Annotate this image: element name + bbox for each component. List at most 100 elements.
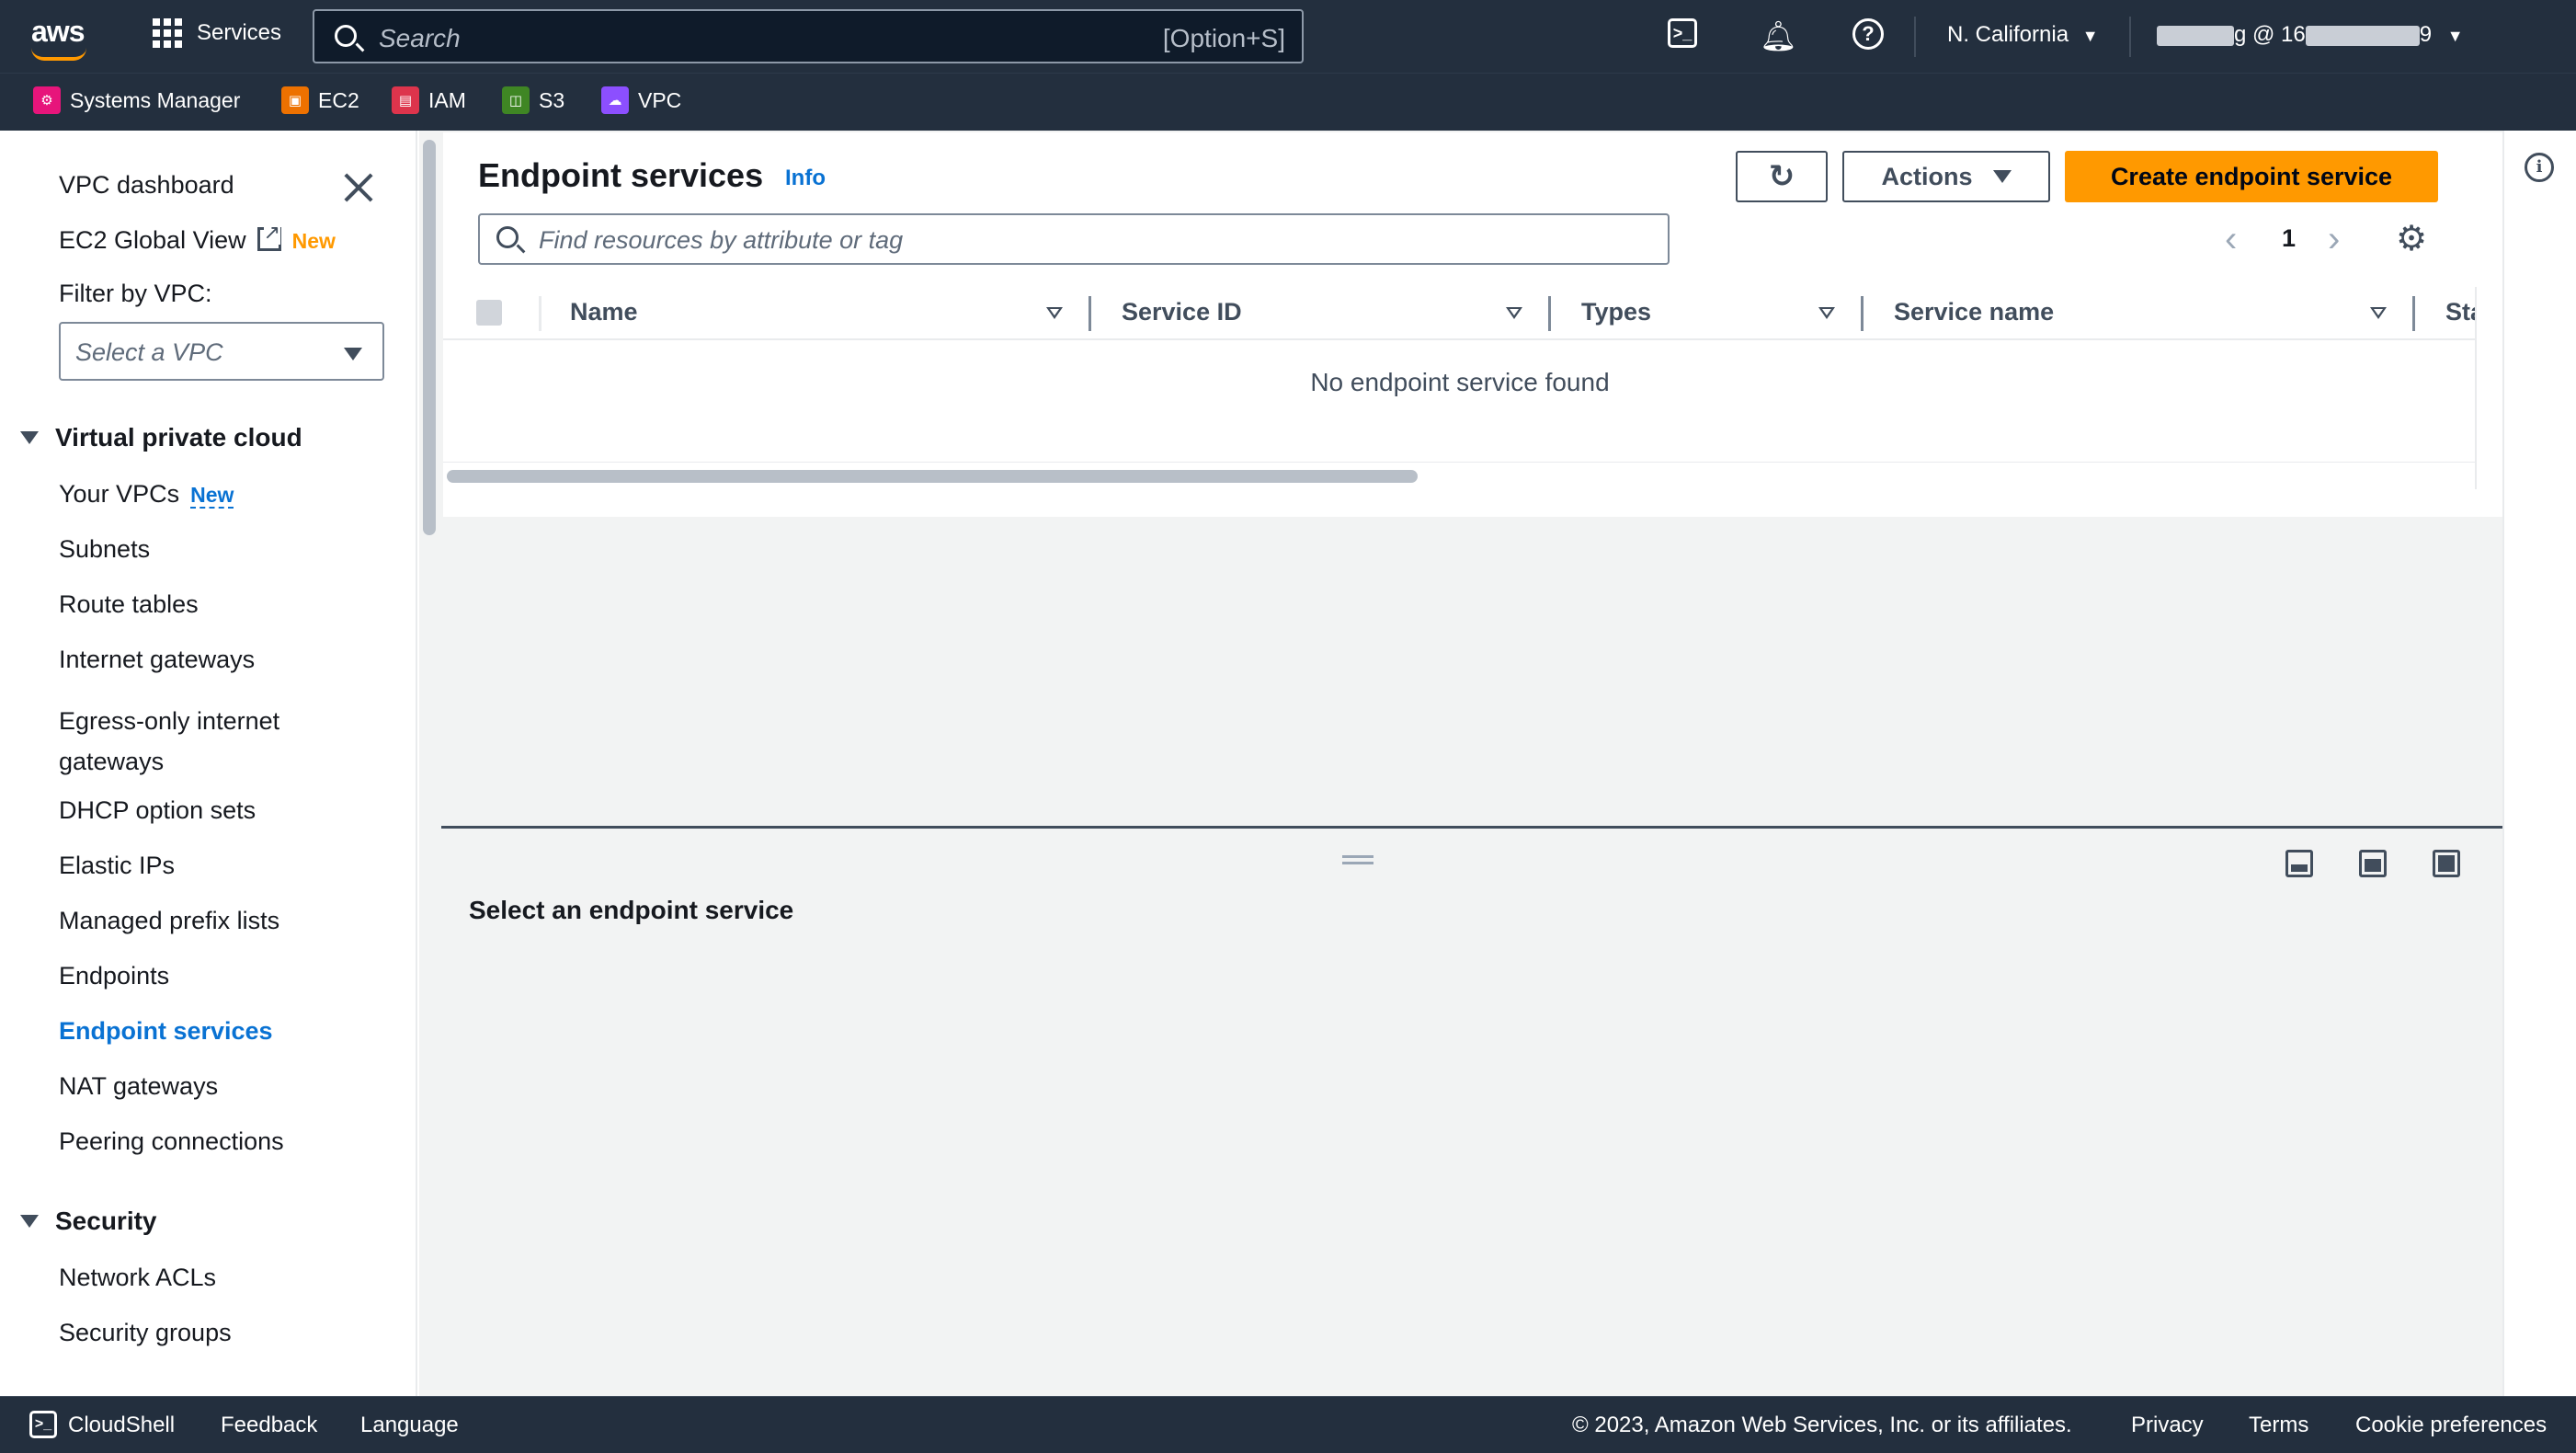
sidebar-item-ec2-global-view[interactable]: EC2 Global View New <box>59 221 336 255</box>
sidebar-item-vpc-dashboard[interactable]: VPC dashboard <box>59 171 234 200</box>
resource-filter-input[interactable]: Find resources by attribute or tag <box>478 213 1670 265</box>
favorite-label: Systems Manager <box>70 87 241 112</box>
section-virtual-private-cloud[interactable]: Virtual private cloud <box>20 423 302 452</box>
close-icon[interactable] <box>342 171 375 204</box>
sort-icon[interactable] <box>1046 307 1063 319</box>
sidebar-item-label: EC2 Global View <box>59 226 246 254</box>
footer-terms-link[interactable]: Terms <box>2249 1413 2308 1438</box>
services-label: Services <box>197 20 282 45</box>
search-shortcut: [Option+S] <box>1162 24 1285 52</box>
split-panel-bottom-icon[interactable] <box>2359 850 2387 877</box>
cloudshell-icon[interactable]: >_ <box>1668 18 1697 48</box>
redacted-text <box>2157 25 2234 46</box>
column-divider[interactable] <box>1861 296 1864 331</box>
actions-button[interactable]: Actions <box>1842 151 2050 202</box>
chevron-down-icon: ▼ <box>2081 27 2099 45</box>
favorite-ec2[interactable]: ▣ EC2 <box>281 86 359 114</box>
sidebar-item-peering-connections[interactable]: Peering connections <box>59 1127 284 1156</box>
resize-handle-icon[interactable] <box>1342 855 1373 864</box>
sort-icon[interactable] <box>2370 307 2387 319</box>
account-suffix: 9 <box>2419 22 2433 47</box>
sidebar-item-your-vpcs[interactable]: Your VPCs New <box>59 480 234 509</box>
footer-cookie-preferences-link[interactable]: Cookie preferences <box>2355 1413 2547 1438</box>
split-panel-full-icon[interactable] <box>2433 850 2460 877</box>
table-horizontal-scrollbar[interactable] <box>443 462 2477 489</box>
iam-icon: ▤ <box>392 86 419 114</box>
external-link-icon <box>256 221 281 251</box>
column-divider[interactable] <box>2412 296 2415 331</box>
help-icon[interactable]: ? <box>1852 18 1884 50</box>
column-header-name[interactable]: Name <box>570 298 638 326</box>
section-title: Security <box>55 1207 157 1235</box>
vpc-filter-select[interactable]: Select a VPC <box>59 322 384 381</box>
search-input[interactable]: Search [Option+S] <box>313 9 1304 63</box>
sidebar-item-endpoint-services[interactable]: Endpoint services <box>59 1017 273 1046</box>
column-header-types[interactable]: Types <box>1581 298 1651 326</box>
sidebar-item-route-tables[interactable]: Route tables <box>59 590 199 619</box>
new-badge: New <box>291 229 336 253</box>
footer-privacy-link[interactable]: Privacy <box>2131 1413 2204 1438</box>
split-panel-bottom-small-icon[interactable] <box>2285 850 2313 877</box>
scrollbar-thumb[interactable] <box>447 470 1418 483</box>
sidebar-item-nat-gateways[interactable]: NAT gateways <box>59 1072 218 1101</box>
services-menu-button[interactable]: Services <box>153 18 281 48</box>
empty-state-message: No endpoint service found <box>1310 368 1610 396</box>
info-icon[interactable]: i <box>2525 153 2554 182</box>
favorite-systems-manager[interactable]: ⚙ Systems Manager <box>33 86 240 114</box>
favorite-vpc[interactable]: ☁ VPC <box>601 86 681 114</box>
select-all-checkbox[interactable] <box>476 300 502 326</box>
sidebar-item-label: Your VPCs <box>59 480 180 508</box>
notifications-bell-icon[interactable]: 🔔︎ <box>1760 18 1797 53</box>
split-panel-title: Select an endpoint service <box>469 896 794 924</box>
sidebar-item-managed-prefix-lists[interactable]: Managed prefix lists <box>59 907 279 935</box>
sort-icon[interactable] <box>1506 307 1522 319</box>
column-divider[interactable] <box>1089 296 1091 331</box>
chevron-down-icon: ▼ <box>2446 27 2464 45</box>
sidebar-item-dhcp-option-sets[interactable]: DHCP option sets <box>59 796 256 825</box>
footer-cloudshell-link[interactable]: CloudShell <box>68 1413 175 1438</box>
sort-icon[interactable] <box>1818 307 1835 319</box>
chevron-right-icon[interactable]: › <box>2328 221 2340 257</box>
section-security[interactable]: Security <box>20 1207 157 1236</box>
section-title: Virtual private cloud <box>55 423 302 452</box>
sidebar-item-endpoints[interactable]: Endpoints <box>59 962 169 990</box>
nav-divider <box>1914 17 1916 57</box>
nav-divider <box>2129 17 2131 57</box>
region-selector[interactable]: N. California ▼ <box>1947 22 2099 48</box>
sidebar-item-subnets[interactable]: Subnets <box>59 535 150 564</box>
cloudshell-icon[interactable]: >_ <box>29 1411 57 1438</box>
sidebar-item-network-acls[interactable]: Network ACLs <box>59 1264 216 1292</box>
favorite-label: EC2 <box>318 87 359 112</box>
sidebar-scrollbar[interactable] <box>419 131 439 1396</box>
column-header-service-name[interactable]: Service name <box>1894 298 2054 326</box>
favorite-iam[interactable]: ▤ IAM <box>392 86 466 114</box>
account-menu[interactable]: g @ 16 9 ▼ <box>2157 22 2464 48</box>
scrollbar-thumb[interactable] <box>423 140 436 535</box>
footer-feedback-link[interactable]: Feedback <box>221 1413 317 1438</box>
search-placeholder: Search <box>379 24 461 52</box>
create-endpoint-service-button[interactable]: Create endpoint service <box>2065 151 2438 202</box>
account-prefix: g @ 16 <box>2234 22 2306 47</box>
chevron-left-icon[interactable]: ‹ <box>2225 221 2237 257</box>
info-link[interactable]: Info <box>785 166 826 191</box>
favorite-s3[interactable]: ◫ S3 <box>502 86 564 114</box>
column-divider[interactable] <box>1548 296 1551 331</box>
column-header-service-id[interactable]: Service ID <box>1122 298 1242 326</box>
sidebar-item-elastic-ips[interactable]: Elastic IPs <box>59 852 175 880</box>
page-number[interactable]: 1 <box>2282 224 2296 253</box>
favorite-label: VPC <box>638 87 682 112</box>
sidebar-item-security-groups[interactable]: Security groups <box>59 1319 232 1347</box>
actions-label: Actions <box>1881 162 1973 190</box>
table-header: Name Service ID Types Service name Sta <box>443 287 2477 340</box>
sidebar-item-egress-only-internet-gateways[interactable]: Egress-only internet gateways <box>59 701 335 782</box>
refresh-button[interactable]: ↻ <box>1736 151 1828 202</box>
aws-logo[interactable]: aws <box>31 15 85 49</box>
column-header-state[interactable]: Sta <box>2445 298 2477 326</box>
table-edge <box>2475 287 2477 489</box>
footer-language-link[interactable]: Language <box>360 1413 459 1438</box>
gear-icon[interactable]: ⚙ <box>2396 222 2427 257</box>
s3-icon: ◫ <box>502 86 530 114</box>
sidebar-item-internet-gateways[interactable]: Internet gateways <box>59 646 255 674</box>
new-badge[interactable]: New <box>190 483 234 509</box>
favorite-label: S3 <box>539 87 565 112</box>
